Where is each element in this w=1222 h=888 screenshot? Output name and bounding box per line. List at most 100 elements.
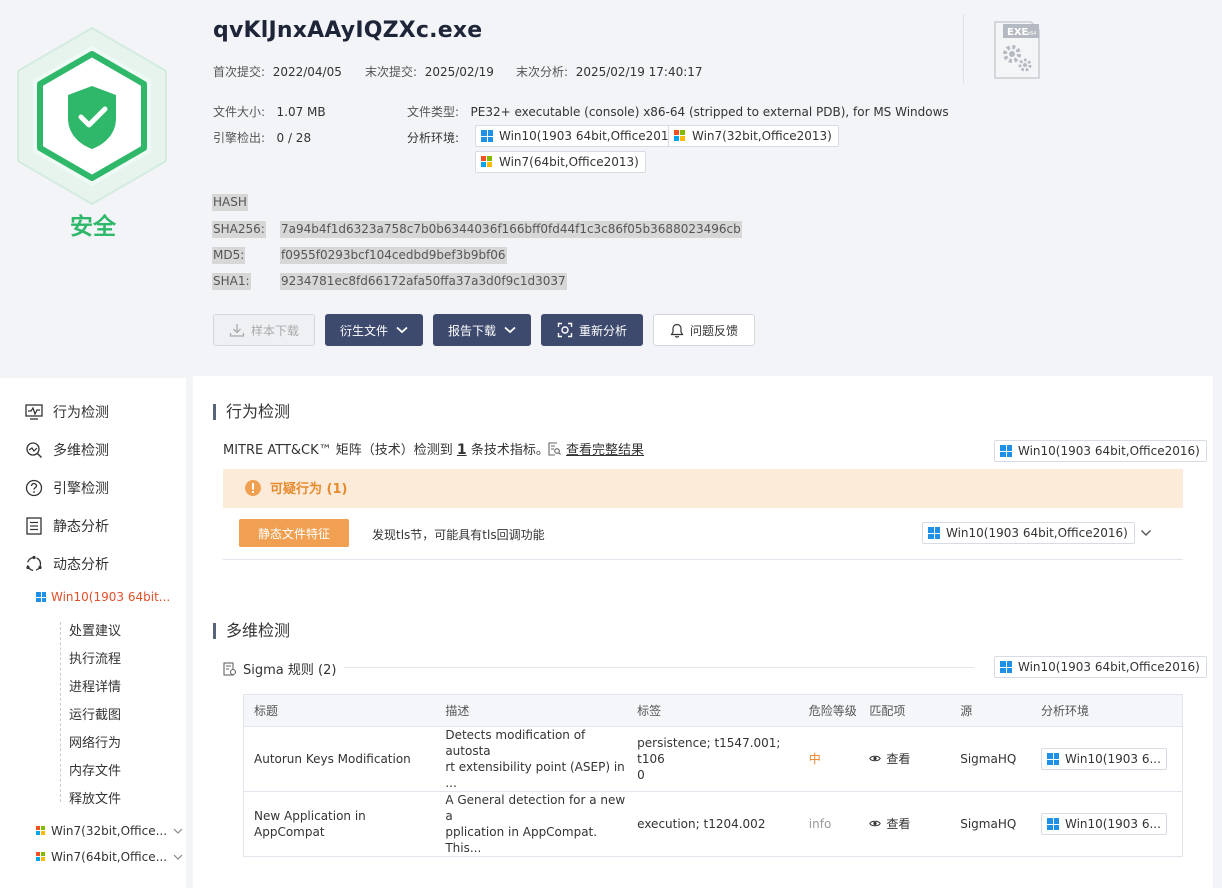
report-download-label: 报告下载	[447, 323, 496, 338]
env-tag[interactable]: Win10(1903 6...	[1041, 813, 1167, 835]
mitre-summary: MITRE ATT&CK™ 矩阵（技术）检测到 1 条技术指标。	[223, 439, 549, 458]
env-tag-win7-32[interactable]: Win7(32bit,Office2013)	[668, 125, 839, 147]
sidebar-item-label: 静态分析	[53, 519, 109, 535]
rule-match-view[interactable]: 查看	[859, 791, 951, 857]
report-download-button[interactable]: 报告下载	[433, 314, 531, 346]
view-full-results-link[interactable]: 查看完整结果	[548, 439, 644, 458]
derived-files-button[interactable]: 衍生文件	[325, 314, 423, 346]
windows10-icon	[928, 527, 940, 539]
exe-file-icon: EXE x64	[993, 20, 1041, 80]
env-tag-win7-64[interactable]: Win7(64bit,Office2013)	[475, 151, 646, 173]
view-label: 查看	[886, 816, 911, 831]
rule-description: A General detection for a new a pplicatio…	[435, 791, 628, 857]
behavior-row-description: 发现tls节，可能具有tls回调功能	[372, 528, 545, 542]
warning-circle-icon	[245, 479, 261, 496]
sidebar-item-label: 动态分析	[53, 557, 109, 573]
rule-env[interactable]: Win10(1903 6...	[1031, 726, 1183, 792]
sha256-value[interactable]: 7a94b4f1d6323a758c7b0b6344036f166bff0fd4…	[280, 221, 742, 238]
env-tag[interactable]: Win10(1903 6...	[1041, 748, 1167, 770]
sha1-value[interactable]: 9234781ec8fd66172afa50ffa37a3d0f9c1d3037	[280, 273, 567, 290]
radar-search-icon	[24, 440, 44, 460]
mitre-prefix: MITRE ATT&CK™ 矩阵（技术）检测到	[223, 443, 453, 458]
sidebar-sub-memory[interactable]: 内存文件	[69, 760, 121, 779]
rules-document-icon	[223, 661, 237, 676]
file-size-label: 文件大小:	[213, 105, 266, 119]
refresh-scan-icon	[557, 322, 573, 338]
gauge-icon	[24, 478, 44, 498]
last-analysis-label: 末次分析:	[516, 65, 569, 79]
file-name: qvKlJnxAAyIQZXc.exe	[213, 18, 483, 43]
chevron-down-icon	[173, 828, 183, 834]
sidebar-env-win10-active[interactable]: Win10(1903 64bit...	[36, 590, 170, 604]
sidebar-item-label: 引擎检测	[53, 481, 109, 497]
sidebar-item-engine[interactable]: 引擎检测	[24, 478, 109, 498]
sidebar-env-win7-32[interactable]: Win7(32bit,Office...	[36, 824, 183, 838]
file-type-value: PE32+ executable (console) x86-64 (strip…	[470, 105, 949, 119]
table-row: Autorun Keys Modification Detects modifi…	[243, 726, 1183, 792]
behavior-env-tag[interactable]: Win10(1903 64bit,Office2016)	[994, 440, 1207, 462]
rule-title: New Application in AppCompat	[243, 791, 436, 857]
sidebar-sub-dropped[interactable]: 释放文件	[69, 788, 121, 807]
suspicious-behavior-header: 可疑行为 (1)	[244, 478, 347, 497]
behavior-row-env-tag[interactable]: Win10(1903 64bit,Office2016)	[922, 522, 1135, 544]
env-tag-label: Win10(1903 64bit,Office2016)	[1018, 444, 1200, 458]
sidebar-sub-advice[interactable]: 处置建议	[69, 620, 121, 639]
sidebar-item-behavior[interactable]: 行为检测	[24, 402, 109, 422]
sha256-label: SHA256:	[212, 221, 266, 238]
env-tag-label: Win7(32bit,Office2013)	[692, 129, 832, 143]
chevron-down-icon	[396, 326, 408, 334]
desc-line: A General detection for a new a	[445, 793, 626, 823]
column-header-source: 源	[950, 694, 1031, 727]
analysis-env-label: 分析环境:	[407, 131, 460, 145]
rule-env[interactable]: Win10(1903 6...	[1031, 791, 1183, 857]
reanalyze-button[interactable]: 重新分析	[541, 314, 643, 346]
sidebar-env-label: Win10(1903 64bit...	[51, 590, 171, 604]
sidebar-sub-network[interactable]: 网络行为	[69, 732, 121, 751]
sigma-rules-header: Sigma 规则 (2)	[223, 659, 336, 678]
sidebar-sub-screenshot[interactable]: 运行截图	[69, 704, 121, 723]
sidebar-item-dynamic[interactable]: 动态分析	[24, 554, 109, 574]
last-analysis: 末次分析: 2025/02/19 17:40:17	[516, 63, 703, 80]
sha1-label: SHA1:	[212, 273, 251, 290]
env-tag-win10[interactable]: Win10(1903 64bit,Office2016)	[475, 125, 688, 147]
rule-tags: persistence; t1547.001; t106 0	[627, 726, 799, 792]
sigma-rules-label: Sigma 规则 (2)	[243, 663, 337, 678]
column-header-tags: 标签	[627, 694, 799, 727]
env-tag-label: Win10(1903 6...	[1065, 752, 1161, 766]
sidebar-sub-flow[interactable]: 执行流程	[69, 648, 121, 667]
table-header-row: 标题 描述 标签 危险等级 匹配项 源 分析环境	[243, 694, 1183, 727]
sidebar-item-static[interactable]: 静态分析	[24, 516, 109, 536]
eye-icon	[869, 756, 882, 762]
chevron-down-icon	[173, 854, 183, 860]
verdict-label: 安全	[70, 214, 116, 240]
rule-match-view[interactable]: 查看	[859, 726, 951, 792]
sample-download-label: 样本下载	[250, 323, 299, 338]
multi-section-title: 多维检测	[213, 623, 290, 639]
env-tag-label: Win7(64bit,Office2013)	[499, 155, 639, 169]
feedback-button[interactable]: 问题反馈	[653, 314, 755, 346]
sidebar-env-win7-64[interactable]: Win7(64bit,Office...	[36, 850, 183, 864]
md5-value[interactable]: f0955f0293bcf104cedbd9bef3b9bf06	[280, 247, 507, 264]
sidebar-item-multi[interactable]: 多维检测	[24, 440, 109, 460]
sample-download-button[interactable]: 样本下载	[213, 314, 315, 346]
sigma-header-divider	[344, 667, 974, 668]
view-label: 查看	[886, 751, 911, 766]
derived-files-label: 衍生文件	[339, 323, 388, 338]
table-row: New Application in AppCompat A General d…	[243, 791, 1183, 857]
mitre-count: 1	[456, 442, 467, 458]
windows10-icon	[1000, 445, 1012, 457]
expand-chevron-icon[interactable]	[1140, 529, 1152, 537]
static-feature-tag: 静态文件特征	[239, 519, 349, 547]
env-tag-label: Win10(1903 64bit,Office2016)	[1018, 660, 1200, 674]
suspicious-behavior-bar[interactable]	[223, 469, 1183, 508]
windows10-icon	[36, 592, 46, 602]
sigma-rules-table: 标题 描述 标签 危险等级 匹配项 源 分析环境 Autorun Keys Mo…	[243, 694, 1183, 857]
exe-badge-subtext: x64	[1027, 31, 1036, 37]
multi-env-tag[interactable]: Win10(1903 64bit,Office2016)	[994, 656, 1207, 678]
feedback-label: 问题反馈	[689, 323, 738, 338]
cycle-icon	[24, 554, 44, 574]
env-tag-label: Win10(1903 64bit,Office2016)	[946, 526, 1128, 540]
sidebar-sub-process[interactable]: 进程详情	[69, 676, 121, 695]
sidebar-item-label: 多维检测	[53, 443, 109, 459]
file-size: 文件大小: 1.07 MB	[213, 103, 326, 120]
